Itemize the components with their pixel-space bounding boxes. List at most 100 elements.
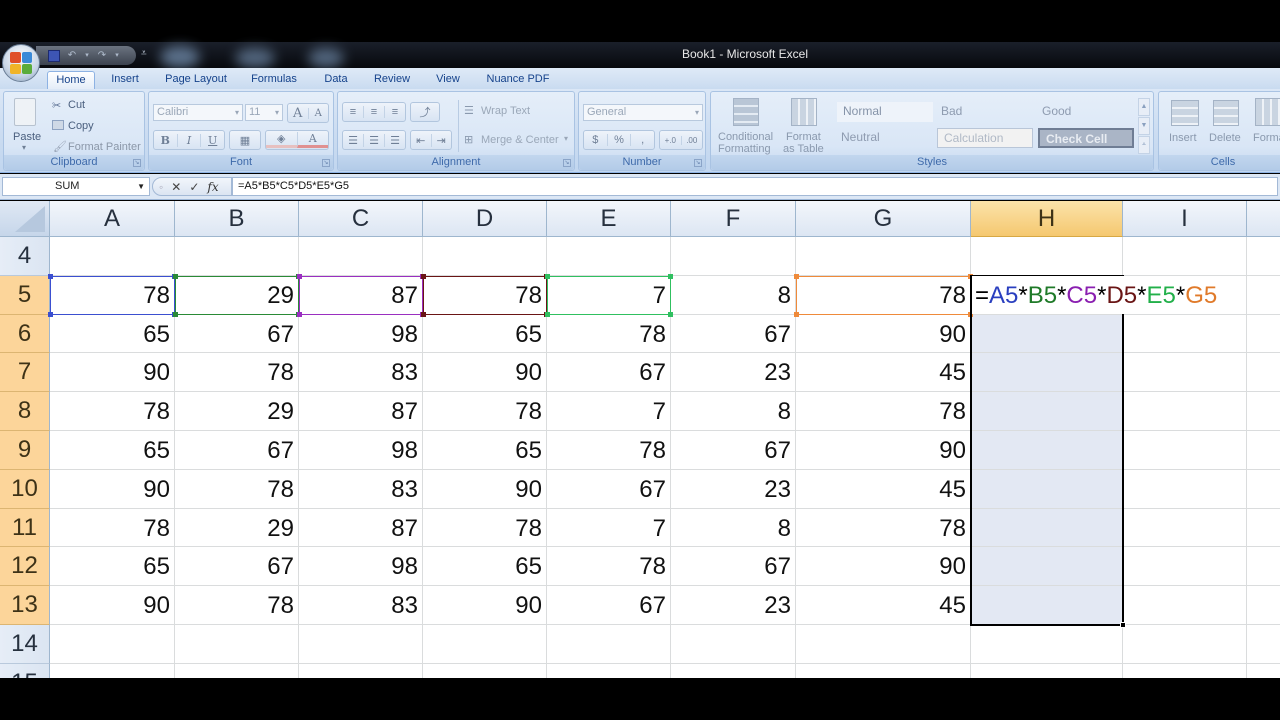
- cell-d5[interactable]: 78: [423, 275, 547, 315]
- cell-h9[interactable]: [971, 431, 1123, 470]
- cell-d12[interactable]: 65: [423, 547, 547, 587]
- cell-a13[interactable]: 90: [50, 586, 175, 625]
- paste-button[interactable]: Paste: [13, 131, 41, 143]
- cell-f11[interactable]: 8: [671, 508, 796, 548]
- cell-d4[interactable]: [423, 237, 547, 276]
- row-header-7[interactable]: 7: [0, 353, 50, 393]
- cell-a5[interactable]: 78: [50, 275, 175, 315]
- cell-e6[interactable]: 78: [547, 314, 671, 354]
- cell-i4[interactable]: [1123, 237, 1247, 276]
- merge-dropdown-icon[interactable]: ▾: [564, 134, 568, 143]
- decrease-decimal-button[interactable]: .00: [680, 135, 703, 145]
- cell-c9[interactable]: 98: [299, 431, 423, 470]
- cell-h15[interactable]: [971, 663, 1123, 678]
- align-left-button[interactable]: ☰: [343, 134, 363, 147]
- cell-j5[interactable]: [1247, 276, 1280, 315]
- cell-j12[interactable]: [1247, 547, 1280, 587]
- cell-b11[interactable]: 29: [175, 508, 299, 548]
- wrap-text-button[interactable]: Wrap Text: [481, 105, 530, 117]
- format-button[interactable]: Format: [1253, 132, 1280, 144]
- cell-c12[interactable]: 98: [299, 547, 423, 587]
- style-normal[interactable]: Normal: [837, 102, 933, 122]
- cell-d9[interactable]: 65: [423, 431, 547, 470]
- cell-f12[interactable]: 67: [671, 547, 796, 587]
- cell-h7[interactable]: [971, 353, 1123, 393]
- percent-button[interactable]: %: [606, 134, 631, 146]
- cell-f9[interactable]: 67: [671, 431, 796, 470]
- increase-decimal-button[interactable]: +.0: [660, 136, 681, 145]
- fill-color-button[interactable]: ◈: [266, 132, 297, 148]
- cell-g7[interactable]: 45: [796, 353, 971, 393]
- redo-dropdown-icon[interactable]: ▾: [114, 50, 120, 62]
- cell-i11[interactable]: [1123, 508, 1247, 548]
- style-calculation[interactable]: Calculation: [937, 128, 1033, 148]
- cell-d10[interactable]: 90: [423, 469, 547, 509]
- cell-b13[interactable]: 78: [175, 586, 299, 625]
- tab-view[interactable]: View: [430, 71, 466, 89]
- cell-f4[interactable]: [671, 237, 796, 276]
- align-bottom-button[interactable]: ≡: [384, 106, 405, 118]
- font-launcher-icon[interactable]: ↘: [322, 159, 330, 167]
- row-header-11[interactable]: 11: [0, 508, 50, 548]
- cell-d8[interactable]: 78: [423, 392, 547, 431]
- styles-more-icon[interactable]: ⩡: [1138, 136, 1150, 154]
- cell-j7[interactable]: [1247, 353, 1280, 393]
- cell-a7[interactable]: 90: [50, 353, 175, 393]
- tab-data[interactable]: Data: [318, 71, 354, 89]
- underline-button[interactable]: U: [200, 133, 224, 147]
- customize-qat-icon[interactable]: ⩡: [141, 48, 147, 59]
- style-check-cell[interactable]: Check Cell: [1038, 128, 1134, 148]
- conditional-formatting-button[interactable]: Conditional Formatting: [718, 131, 773, 155]
- styles-scroll-up-icon[interactable]: ▲: [1138, 98, 1150, 116]
- delete-button[interactable]: Delete: [1209, 132, 1241, 144]
- cell-d15[interactable]: [423, 663, 547, 678]
- cell-h13[interactable]: [971, 586, 1123, 625]
- cell-g14[interactable]: [796, 625, 971, 664]
- name-box[interactable]: SUM ▼: [2, 177, 150, 196]
- tab-formulas[interactable]: Formulas: [246, 71, 302, 89]
- cell-e9[interactable]: 78: [547, 431, 671, 470]
- cell-i12[interactable]: [1123, 547, 1247, 587]
- cell-j4[interactable]: [1247, 237, 1280, 276]
- italic-button[interactable]: I: [176, 133, 201, 147]
- tab-insert[interactable]: Insert: [104, 71, 146, 89]
- cell-b14[interactable]: [175, 625, 299, 664]
- cell-f14[interactable]: [671, 625, 796, 664]
- cell-g9[interactable]: 90: [796, 431, 971, 470]
- cell-c7[interactable]: 83: [299, 353, 423, 393]
- cell-a9[interactable]: 65: [50, 431, 175, 470]
- row-header-4[interactable]: 4: [0, 237, 50, 276]
- cell-e10[interactable]: 67: [547, 469, 671, 509]
- tab-nuance-pdf[interactable]: Nuance PDF: [480, 71, 556, 89]
- cell-j6[interactable]: [1247, 315, 1280, 354]
- grow-font-button[interactable]: A: [288, 106, 308, 121]
- row-header-9[interactable]: 9: [0, 431, 50, 470]
- cell-h4[interactable]: [971, 237, 1123, 276]
- row-header-13[interactable]: 13: [0, 586, 50, 625]
- alignment-launcher-icon[interactable]: ↘: [563, 159, 571, 167]
- cell-g13[interactable]: 45: [796, 586, 971, 625]
- cell-c8[interactable]: 87: [299, 392, 423, 431]
- cell-e14[interactable]: [547, 625, 671, 664]
- cell-j11[interactable]: [1247, 509, 1280, 548]
- clipboard-launcher-icon[interactable]: ↘: [133, 159, 141, 167]
- column-header-i[interactable]: I: [1123, 201, 1247, 237]
- cell-g5[interactable]: 78: [796, 275, 971, 315]
- decrease-indent-button[interactable]: ⇤: [411, 134, 431, 147]
- cell-j15[interactable]: [1247, 664, 1280, 678]
- row-header-15[interactable]: 15: [0, 663, 50, 678]
- format-painter-button[interactable]: Format Painter: [68, 141, 141, 153]
- number-format-select[interactable]: General ▾: [583, 104, 703, 121]
- select-all-button[interactable]: [0, 201, 50, 237]
- cell-a12[interactable]: 65: [50, 547, 175, 587]
- cell-f7[interactable]: 23: [671, 353, 796, 393]
- cell-h10[interactable]: [971, 469, 1123, 509]
- cell-g10[interactable]: 45: [796, 469, 971, 509]
- row-header-5[interactable]: 5: [0, 275, 50, 315]
- cell-i6[interactable]: [1123, 314, 1247, 354]
- shrink-font-button[interactable]: A: [307, 107, 329, 119]
- cell-c15[interactable]: [299, 663, 423, 678]
- cell-d14[interactable]: [423, 625, 547, 664]
- cell-g4[interactable]: [796, 237, 971, 276]
- cell-h11[interactable]: [971, 508, 1123, 548]
